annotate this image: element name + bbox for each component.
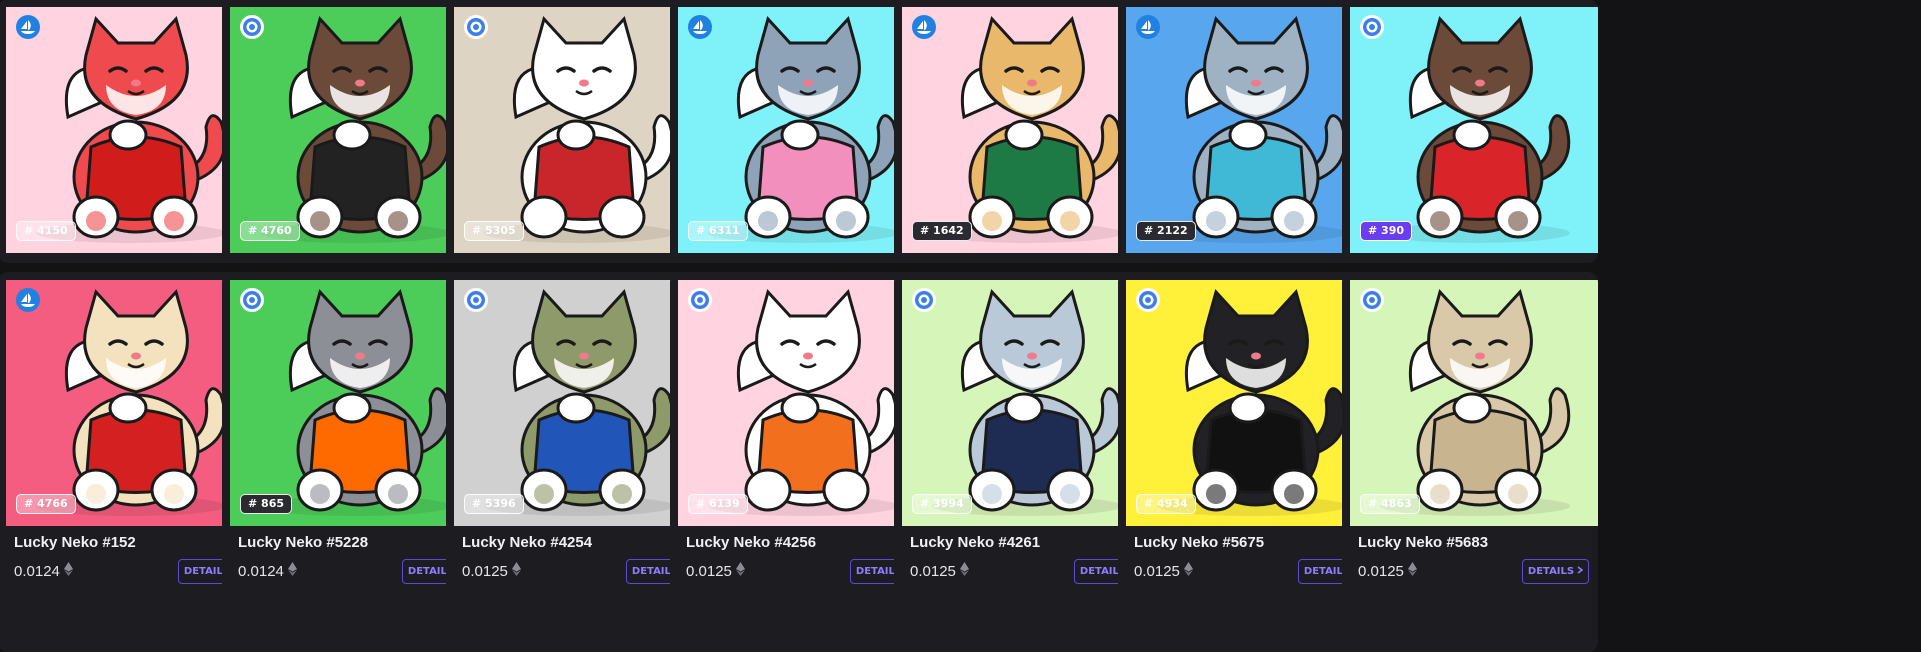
nft-name[interactable]: Lucky Neko #5230 — [462, 261, 592, 263]
token-id-badge: # 390 — [1360, 221, 1413, 241]
nft-card[interactable]: # 3994 Lucky Neko #4261 0.0125 DETAILS — [894, 272, 1150, 652]
nft-name[interactable]: Lucky Neko #152 — [14, 534, 136, 551]
looksrare-icon — [464, 15, 488, 39]
nft-card[interactable]: # 6311Lucky Neko #53940.012DETAILS — [670, 0, 926, 263]
nft-card[interactable]: # 6139 Lucky Neko #4256 0.0125 DETAILS — [670, 272, 926, 652]
nft-name[interactable]: Lucky Neko #5787 — [910, 261, 1040, 263]
nft-image[interactable]: # 2122 — [1126, 7, 1374, 253]
nft-price: 0.0125 — [1134, 562, 1193, 580]
nft-card[interactable]: # 4863 Lucky Neko #5683 0.0125 DETAILS — [1342, 272, 1598, 652]
looksrare-icon — [1360, 288, 1384, 312]
token-id-badge: # 4863 — [1360, 494, 1420, 514]
nft-card[interactable]: # 4760Lucky Neko #39700.012DETAILS — [222, 0, 478, 263]
looksrare-icon — [688, 288, 712, 312]
nft-card[interactable]: # 865 Lucky Neko #5228 0.0124 DETAILS — [222, 272, 478, 652]
nft-price: 0.0124 — [14, 562, 73, 580]
nft-name[interactable]: Lucky Neko #2169 — [14, 261, 144, 263]
token-id-badge: # 4150 — [16, 221, 76, 241]
nft-name[interactable]: Lucky Neko #4261 — [910, 534, 1040, 551]
nft-image[interactable]: # 865 — [230, 280, 478, 526]
token-id-badge: # 2122 — [1136, 221, 1196, 241]
chevron-right-icon — [1577, 566, 1584, 577]
price-value: 0.0124 — [238, 562, 284, 580]
nft-price: 0.0125 — [1358, 562, 1417, 580]
eth-icon — [1407, 562, 1417, 580]
price-value: 0.0125 — [910, 562, 956, 580]
nft-card[interactable]: # 4150Lucky Neko #21690.012DETAILS — [0, 0, 254, 263]
nft-price: 0.0125 — [462, 562, 521, 580]
details-button[interactable]: DETAILS — [1522, 559, 1589, 584]
nft-name[interactable]: Lucky Neko #5394 — [686, 261, 816, 263]
eth-icon — [1183, 562, 1193, 580]
nft-name[interactable]: Lucky Neko #4256 — [686, 534, 816, 551]
looksrare-icon — [464, 288, 488, 312]
nft-image[interactable]: # 4766 — [6, 280, 254, 526]
nft-card[interactable]: # 5396 Lucky Neko #4254 0.0125 DETAILS — [446, 272, 702, 652]
price-value: 0.0125 — [1358, 562, 1404, 580]
eth-icon — [959, 562, 969, 580]
nft-name[interactable]: Lucky Neko #4254 — [462, 534, 592, 551]
details-label: DETAILS — [1527, 566, 1575, 577]
nft-listing-grid: # 4150Lucky Neko #21690.012DETAILS # 476… — [0, 0, 1921, 652]
looksrare-icon — [240, 15, 264, 39]
nft-name[interactable]: Lucky Neko #6462 — [1134, 261, 1264, 263]
price-value: 0.0124 — [14, 562, 60, 580]
eth-icon — [63, 562, 73, 580]
nft-name[interactable]: Lucky Neko #5683 — [1358, 534, 1488, 551]
opensea-icon — [1136, 15, 1160, 39]
nft-image[interactable]: # 390 — [1350, 7, 1598, 253]
nft-image[interactable]: # 4150 — [6, 7, 254, 253]
looksrare-icon — [1360, 15, 1384, 39]
eth-icon — [511, 562, 521, 580]
nft-card[interactable]: # 4766 Lucky Neko #152 0.0124 DETAILS — [0, 272, 254, 652]
looksrare-icon — [912, 288, 936, 312]
nft-image[interactable]: # 5396 — [454, 280, 702, 526]
nft-image[interactable]: # 6139 — [678, 280, 926, 526]
price-value: 0.0125 — [462, 562, 508, 580]
token-id-badge: # 1642 — [912, 221, 972, 241]
nft-name[interactable]: Lucky Neko #5675 — [1134, 534, 1264, 551]
nft-card[interactable]: # 390Lucky Neko #52290.0122DETAILS — [1342, 0, 1598, 263]
token-id-badge: # 3994 — [912, 494, 972, 514]
token-id-badge: # 6139 — [688, 494, 748, 514]
nft-image[interactable]: # 3994 — [902, 280, 1150, 526]
nft-name[interactable]: Lucky Neko #3970 — [238, 261, 368, 263]
token-id-badge: # 4766 — [16, 494, 76, 514]
token-id-badge: # 5396 — [464, 494, 524, 514]
nft-card[interactable]: # 1642Lucky Neko #57870.012DETAILS — [894, 0, 1150, 263]
nft-price: 0.0125 — [910, 562, 969, 580]
nft-image[interactable]: # 4863 — [1350, 280, 1598, 526]
nft-image[interactable]: # 1642 — [902, 7, 1150, 253]
nft-card[interactable]: # 5305Lucky Neko #52300.012DETAILS — [446, 0, 702, 263]
opensea-icon — [688, 15, 712, 39]
eth-icon — [287, 562, 297, 580]
token-id-badge: # 865 — [240, 494, 293, 514]
nft-name[interactable]: Lucky Neko #5229 — [1358, 261, 1488, 263]
token-id-badge: # 4934 — [1136, 494, 1196, 514]
opensea-icon — [16, 15, 40, 39]
nft-card[interactable]: # 4934 Lucky Neko #5675 0.0125 DETAILS — [1118, 272, 1374, 652]
price-value: 0.0125 — [686, 562, 732, 580]
nft-image[interactable]: # 5305 — [454, 7, 702, 253]
price-value: 0.0125 — [1134, 562, 1180, 580]
token-id-badge: # 6311 — [688, 221, 748, 241]
nft-price: 0.0124 — [238, 562, 297, 580]
opensea-icon — [912, 15, 936, 39]
looksrare-icon — [1136, 288, 1160, 312]
nft-image[interactable]: # 4934 — [1126, 280, 1374, 526]
nft-price: 0.0125 — [686, 562, 745, 580]
token-id-badge: # 4760 — [240, 221, 300, 241]
nft-card[interactable]: # 2122Lucky Neko #64620.012DETAILS — [1118, 0, 1374, 263]
nft-image[interactable]: # 4760 — [230, 7, 478, 253]
looksrare-icon — [240, 288, 264, 312]
nft-image[interactable]: # 6311 — [678, 7, 926, 253]
eth-icon — [735, 562, 745, 580]
opensea-icon — [16, 288, 40, 312]
token-id-badge: # 5305 — [464, 221, 524, 241]
nft-name[interactable]: Lucky Neko #5228 — [238, 534, 368, 551]
